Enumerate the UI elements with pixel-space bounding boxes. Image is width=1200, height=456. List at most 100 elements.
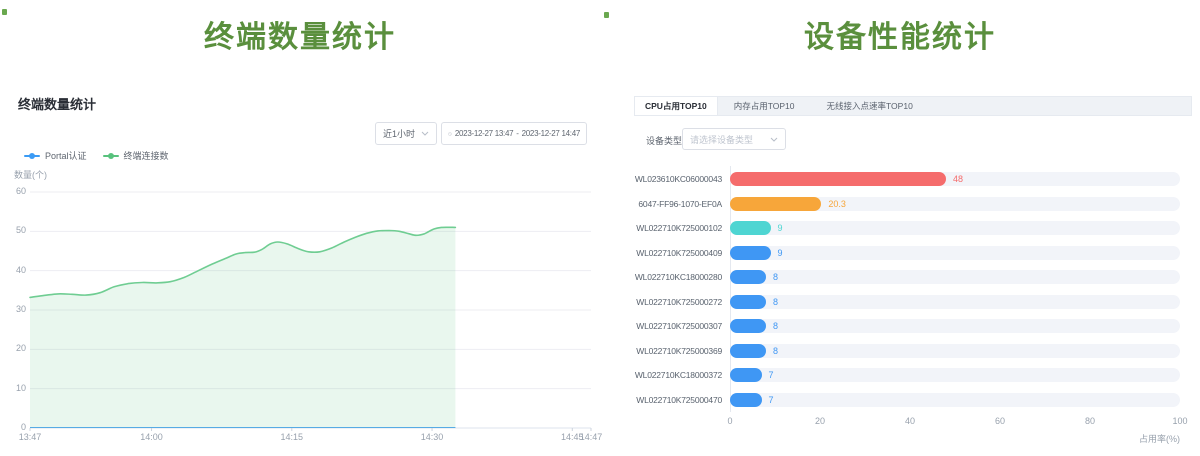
legend-label: Portal认证 [45, 149, 87, 162]
bar-row: WL022710K725000307 8 [600, 319, 1200, 333]
bar-row: WL022710K725000102 9 [600, 221, 1200, 235]
bar-fill [730, 221, 771, 235]
time-range-value: 近1小时 [383, 127, 415, 140]
bar-track [730, 221, 1180, 235]
bar-fill [730, 172, 946, 186]
device-performance-section-heading: 设备性能统计 [600, 12, 1200, 56]
legend-line-dot-icon [103, 155, 119, 157]
device-id-label: WL022710KC18000372 [600, 368, 722, 382]
bar-row: WL022710K725000470 7 [600, 393, 1200, 407]
bar-track [730, 368, 1180, 382]
y-tick-label: 30 [0, 304, 26, 314]
x-tick-label: 14:15 [270, 432, 314, 442]
x-tick-label: 80 [1075, 416, 1105, 426]
device-id-label: WL023610KC06000043 [600, 172, 722, 186]
device-id-label: WL022710K725000369 [600, 344, 722, 358]
terminal-section-heading: 终端数量统计 [0, 12, 600, 56]
bar-row: 6047-FF96-1070-EF0A 20.3 [600, 197, 1200, 211]
bar-fill [730, 270, 766, 284]
line-chart-svg [0, 170, 600, 455]
x-tick-label: 60 [985, 416, 1015, 426]
bar-fill [730, 197, 821, 211]
y-tick-label: 60 [0, 186, 26, 196]
x-tick-label: 20 [805, 416, 835, 426]
bar-fill [730, 319, 766, 333]
x-tick-label: 14:00 [130, 432, 174, 442]
legend-item[interactable]: 终端连接数 [103, 149, 169, 162]
bar-value-label: 9 [778, 221, 783, 235]
bar-value-label: 20.3 [828, 197, 846, 211]
bar-row: WL022710K725000369 8 [600, 344, 1200, 358]
bar-track [730, 270, 1180, 284]
bar-fill [730, 393, 762, 407]
date-range-start: 2023-12-27 13:47 [455, 129, 513, 138]
bar-value-label: 7 [769, 368, 774, 382]
terminal-count-area-fill [30, 227, 455, 428]
dashboard-canvas: 终端数量统计 设备性能统计 终端数量统计 近1小时 2023-12-27 13:… [0, 0, 1200, 456]
performance-tab-bar: CPU占用TOP10内存占用TOP10无线接入点速率TOP10 [634, 96, 1192, 116]
bar-value-label: 8 [773, 295, 778, 309]
bar-row: WL022710K725000272 8 [600, 295, 1200, 309]
time-range-select[interactable]: 近1小时 [375, 122, 437, 145]
device-id-label: WL022710K725000409 [600, 246, 722, 260]
y-tick-label: 40 [0, 265, 26, 275]
bar-track [730, 393, 1180, 407]
legend-line-dot-icon [24, 155, 40, 157]
tab-item-2[interactable]: 无线接入点速率TOP10 [811, 97, 929, 115]
device-type-label: 设备类型 [646, 134, 682, 147]
date-range-separator: - [516, 129, 518, 138]
bar-value-label: 8 [773, 270, 778, 284]
bar-fill [730, 295, 766, 309]
legend-item[interactable]: Portal认证 [24, 149, 87, 162]
legend-dot-icon [108, 153, 114, 159]
bar-track [730, 344, 1180, 358]
terminal-card-title: 终端数量统计 [18, 94, 96, 113]
y-tick-label: 20 [0, 343, 26, 353]
bar-value-label: 9 [778, 246, 783, 260]
device-type-placeholder: 请选择设备类型 [690, 133, 753, 146]
device-type-select[interactable]: 请选择设备类型 [682, 128, 786, 150]
bar-fill [730, 246, 771, 260]
bar-row: WL022710KC18000280 8 [600, 270, 1200, 284]
tab-item-1[interactable]: 内存占用TOP10 [718, 97, 811, 115]
date-range-end: 2023-12-27 14:47 [522, 129, 580, 138]
terminal-count-line-chart: 010203040506013:4714:0014:1514:3014:4514… [0, 170, 600, 455]
legend-label: 终端连接数 [124, 149, 169, 162]
y-tick-label: 50 [0, 225, 26, 235]
bar-track [730, 295, 1180, 309]
cpu-usage-bar-chart: 占用率(%) WL023610KC06000043 48 6047-FF96-107… [600, 160, 1200, 456]
decorative-green-mark [604, 12, 609, 18]
x-tick-label: 40 [895, 416, 925, 426]
bar-value-label: 8 [773, 319, 778, 333]
chart-legend: Portal认证 终端连接数 [24, 149, 169, 162]
x-tick-label: 0 [715, 416, 745, 426]
bar-row: WL023610KC06000043 48 [600, 172, 1200, 186]
bar-track [730, 246, 1180, 260]
device-id-label: WL022710K725000470 [600, 393, 722, 407]
y-tick-label: 10 [0, 383, 26, 393]
bar-row: WL022710K725000409 9 [600, 246, 1200, 260]
x-tick-label: 13:47 [8, 432, 52, 442]
device-id-label: WL022710K725000102 [600, 221, 722, 235]
bar-fill [730, 368, 762, 382]
device-id-label: 6047-FF96-1070-EF0A [600, 197, 722, 211]
bar-row: WL022710KC18000372 7 [600, 368, 1200, 382]
tab-item-0[interactable]: CPU占用TOP10 [635, 97, 718, 115]
x-tick-label: 100 [1165, 416, 1195, 426]
date-range-picker[interactable]: 2023-12-27 13:47 - 2023-12-27 14:47 [441, 122, 587, 145]
x-axis-name: 占用率(%) [1080, 432, 1180, 445]
bar-value-label: 7 [769, 393, 774, 407]
chevron-down-icon [770, 137, 778, 142]
decorative-green-mark [2, 9, 7, 15]
bar-fill [730, 344, 766, 358]
chevron-down-icon [421, 131, 429, 136]
bar-track [730, 319, 1180, 333]
bar-value-label: 8 [773, 344, 778, 358]
bar-value-label: 48 [953, 172, 963, 186]
legend-dot-icon [29, 153, 35, 159]
y-tick-label: 0 [0, 422, 26, 432]
x-tick-label: 14:30 [410, 432, 454, 442]
device-id-label: WL022710K725000272 [600, 295, 722, 309]
device-id-label: WL022710KC18000280 [600, 270, 722, 284]
device-id-label: WL022710K725000307 [600, 319, 722, 333]
